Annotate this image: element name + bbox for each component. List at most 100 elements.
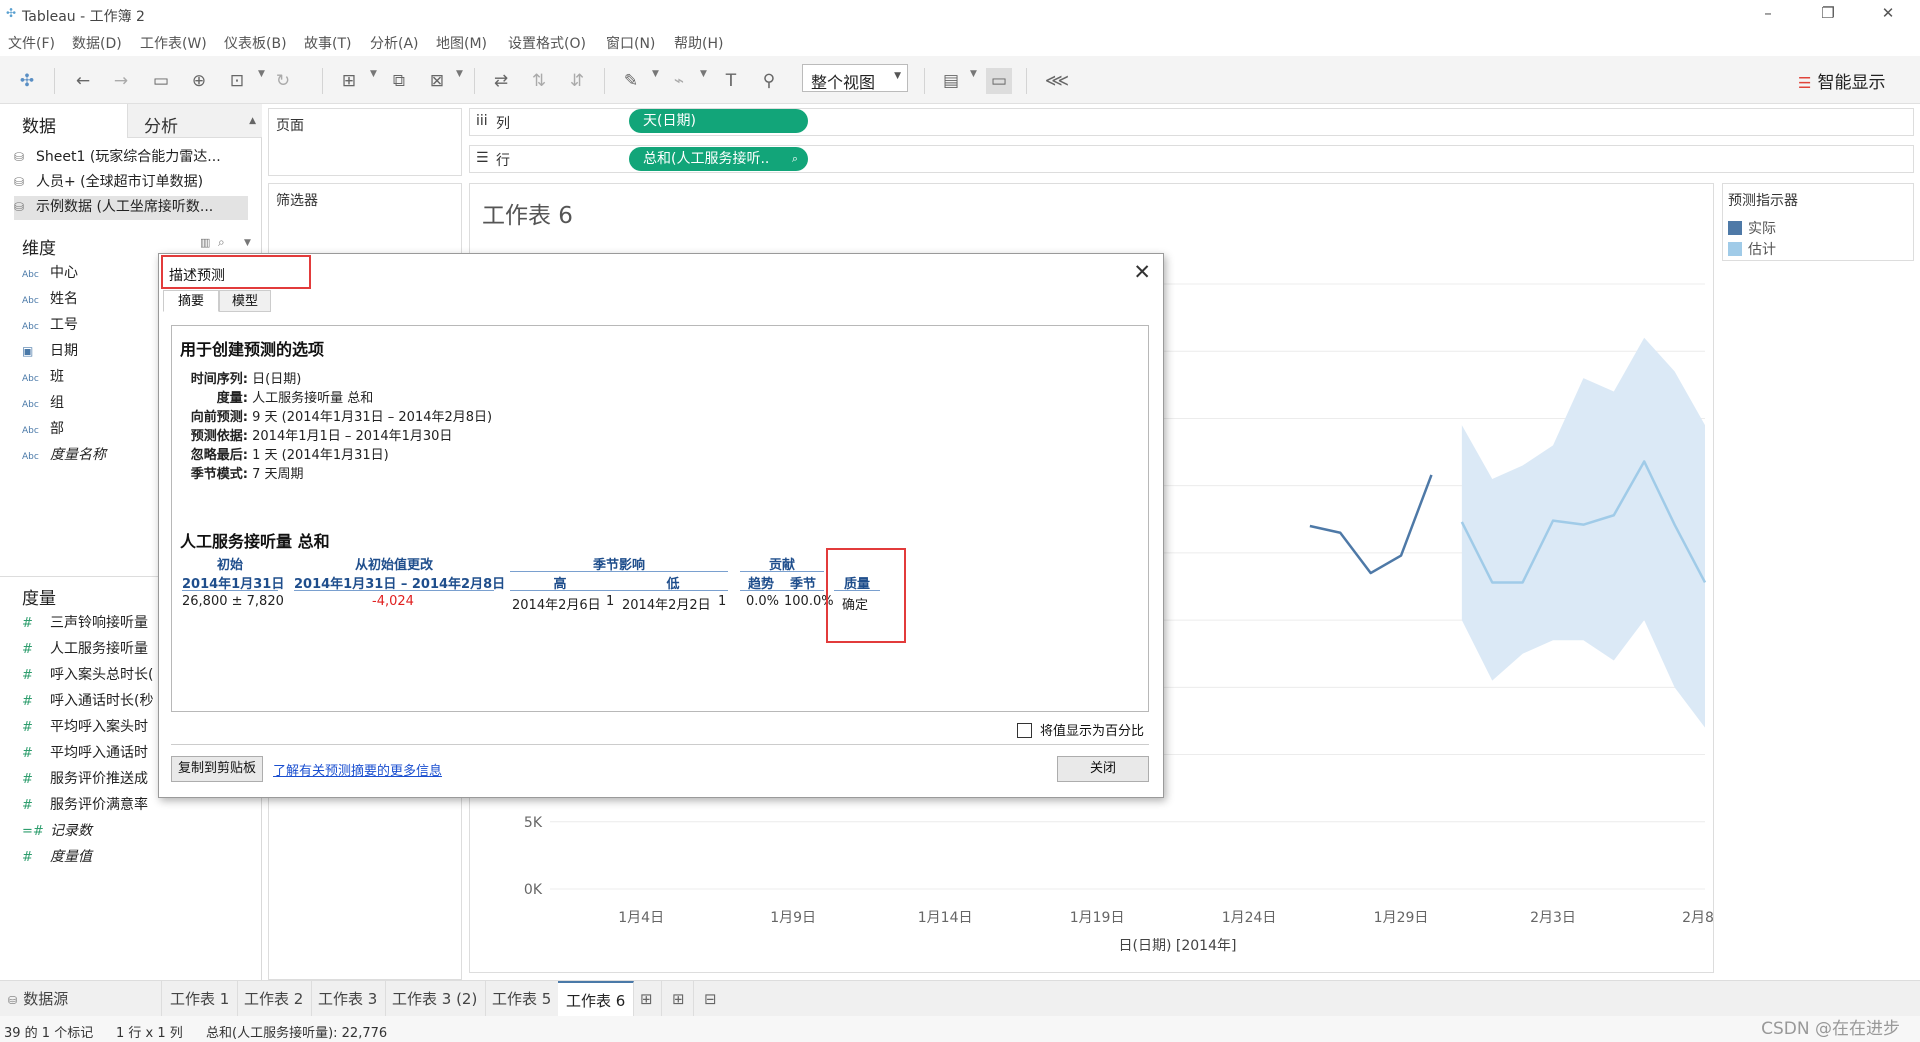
menu-dashboard[interactable]: 仪表板(B) bbox=[224, 33, 287, 53]
tab-sheet-2[interactable]: 工作表 2 bbox=[236, 981, 313, 1017]
dimension-field[interactable]: Abc 工号 bbox=[22, 314, 78, 336]
tab-summary[interactable]: 摘要 bbox=[163, 290, 219, 312]
menu-analysis[interactable]: 分析(A) bbox=[370, 33, 419, 53]
duplicate-icon[interactable]: ⧉ bbox=[386, 68, 412, 94]
measure-field[interactable]: # 三声铃响接听量 bbox=[22, 612, 148, 634]
chevron-down-icon[interactable]: ▼ bbox=[456, 69, 463, 79]
tab-sheet-3-2[interactable]: 工作表 3 (2) bbox=[384, 981, 487, 1017]
new-worksheet-icon[interactable]: ⊞ bbox=[336, 68, 362, 94]
tab-sheet-6[interactable]: 工作表 6 bbox=[558, 981, 635, 1017]
menu-format[interactable]: 设置格式(O) bbox=[508, 33, 586, 53]
toolbar-separator bbox=[604, 68, 605, 94]
measure-field[interactable]: # 呼入通话时长(秒 bbox=[22, 690, 153, 712]
group-members-icon[interactable]: ⌁ bbox=[666, 68, 692, 94]
pin-axis-icon[interactable]: ⚲ bbox=[756, 68, 782, 94]
legend-item-estimate[interactable]: 估计 bbox=[1728, 239, 1776, 259]
dimension-field[interactable]: Abc 中心 bbox=[22, 262, 78, 284]
menu-story[interactable]: 故事(T) bbox=[304, 33, 351, 53]
new-datasource-icon[interactable]: ⊕ bbox=[186, 68, 212, 94]
tab-data[interactable]: 数据 bbox=[0, 104, 128, 138]
measure-field[interactable]: # 呼入案头总时长( bbox=[22, 664, 153, 686]
close-button[interactable]: 关闭 bbox=[1057, 756, 1149, 782]
change-value: -4,024 bbox=[372, 594, 414, 609]
measure-field[interactable]: # 度量值 bbox=[22, 846, 92, 868]
chevron-down-icon[interactable]: ▼ bbox=[700, 69, 707, 79]
redo-icon[interactable]: → bbox=[108, 68, 134, 94]
new-story-icon[interactable]: ⊟ bbox=[696, 981, 725, 1017]
tab-sheet-5[interactable]: 工作表 5 bbox=[484, 981, 561, 1017]
search-icon[interactable]: ⌕ bbox=[218, 235, 225, 250]
measure-field[interactable]: # 平均呼入案头时 bbox=[22, 716, 148, 738]
minimize-button[interactable]: – bbox=[1748, 4, 1788, 24]
clear-sheet-icon[interactable]: ⊠ bbox=[424, 68, 450, 94]
show-me-label: 智能显示 bbox=[1817, 73, 1886, 93]
tab-analysis[interactable]: 分析 ▲ bbox=[128, 104, 262, 138]
percent-checkbox[interactable]: 将值显示为百分比 bbox=[1017, 720, 1144, 739]
rows-pill[interactable]: 总和(人工服务接听.. ⌕ bbox=[629, 147, 808, 171]
datasource-item[interactable]: ⛁ 人员+ (全球超市订单数据) bbox=[14, 171, 248, 195]
legend-item-actual[interactable]: 实际 bbox=[1728, 218, 1776, 238]
menu-map[interactable]: 地图(M) bbox=[436, 33, 487, 53]
measure-field[interactable]: # 服务评价推送成 bbox=[22, 768, 148, 790]
share-icon[interactable]: ⋘ bbox=[1044, 68, 1070, 94]
new-dashboard-icon[interactable]: ⊞ bbox=[664, 981, 694, 1017]
pages-shelf[interactable]: 页面 bbox=[268, 108, 462, 176]
copy-to-clipboard-button[interactable]: 复制到剪贴板 bbox=[171, 756, 263, 782]
tab-datasource[interactable]: ⛁ 数据源 bbox=[0, 981, 162, 1017]
learn-more-link[interactable]: 了解有关预测摘要的更多信息 bbox=[273, 760, 442, 779]
menu-file[interactable]: 文件(F) bbox=[8, 33, 55, 53]
chevron-down-icon[interactable]: ▼ bbox=[370, 69, 377, 79]
number-type-icon: # bbox=[22, 668, 33, 683]
forecast-legend[interactable]: 预测指示器 实际 估计 bbox=[1722, 183, 1914, 261]
x-tick-label: 1月29日 bbox=[1374, 910, 1429, 926]
measure-field[interactable]: # 平均呼入通话时 bbox=[22, 742, 148, 764]
toolbar: ✣ ← → ▭ ⊕ ⊡ ▼ ↻ ⊞ ▼ ⧉ ⊠ ▼ ⇄ ⇅ ⇵ ✎ ▼ ⌁ ▼ … bbox=[0, 56, 1920, 104]
datasource-item[interactable]: ⛁ Sheet1 (玩家综合能力雷达... bbox=[14, 146, 248, 170]
highlight-icon[interactable]: ✎ bbox=[618, 68, 644, 94]
tab-sheet-1[interactable]: 工作表 1 bbox=[162, 981, 239, 1017]
dimension-field[interactable]: Abc 组 bbox=[22, 392, 64, 414]
measure-field[interactable]: # 服务评价满意率 bbox=[22, 794, 148, 816]
sort-descending-icon[interactable]: ⇵ bbox=[564, 68, 590, 94]
low-date: 2014年2月2日 bbox=[622, 598, 711, 613]
menu-data[interactable]: 数据(D) bbox=[72, 33, 122, 53]
datasource-item-selected[interactable]: ⛁ 示例数据 (人工坐席接听数... bbox=[14, 196, 248, 220]
number-type-icon: # bbox=[22, 616, 33, 631]
undo-icon[interactable]: ← bbox=[70, 68, 96, 94]
tab-model[interactable]: 模型 bbox=[219, 290, 271, 312]
sort-ascending-icon[interactable]: ⇅ bbox=[526, 68, 552, 94]
menu-window[interactable]: 窗口(N) bbox=[606, 33, 655, 53]
show-mark-labels-icon[interactable]: T bbox=[718, 68, 744, 94]
chevron-down-icon[interactable]: ▼ bbox=[244, 238, 251, 248]
chevron-down-icon[interactable]: ▼ bbox=[652, 69, 659, 79]
refresh-icon[interactable]: ↻ bbox=[270, 68, 296, 94]
tableau-home-icon[interactable]: ✣ bbox=[14, 68, 40, 94]
restore-button[interactable]: ❐ bbox=[1808, 4, 1848, 24]
chevron-down-icon[interactable]: ▼ bbox=[970, 69, 977, 79]
fit-view-dropdown[interactable]: 整个视图 ▼ bbox=[802, 64, 908, 92]
show-me-button[interactable]: ☰ 智能显示 bbox=[1798, 68, 1885, 93]
dimension-field[interactable]: ▣ 日期 bbox=[22, 340, 78, 362]
checkbox-icon[interactable] bbox=[1017, 723, 1032, 738]
dimension-field[interactable]: Abc 度量名称 bbox=[22, 444, 106, 466]
chevron-down-icon[interactable]: ▼ bbox=[258, 69, 265, 79]
new-worksheet-icon[interactable]: ⊞ bbox=[632, 981, 662, 1017]
rows-icon: ☰ bbox=[476, 150, 489, 166]
dimension-field[interactable]: Abc 班 bbox=[22, 366, 64, 388]
presentation-mode-icon[interactable]: ▭ bbox=[986, 68, 1012, 94]
close-icon[interactable]: ✕ bbox=[1133, 260, 1151, 284]
pause-updates-icon[interactable]: ⊡ bbox=[224, 68, 250, 94]
show-cards-icon[interactable]: ▤ bbox=[938, 68, 964, 94]
save-icon[interactable]: ▭ bbox=[148, 68, 174, 94]
menu-help[interactable]: 帮助(H) bbox=[674, 33, 723, 53]
measure-field[interactable]: # 人工服务接听量 bbox=[22, 638, 148, 660]
dimension-field[interactable]: Abc 姓名 bbox=[22, 288, 78, 310]
measure-field[interactable]: =# 记录数 bbox=[22, 820, 92, 842]
view-toggle-icon[interactable]: ▥ bbox=[200, 236, 210, 249]
dimension-field[interactable]: Abc 部 bbox=[22, 418, 64, 440]
close-window-button[interactable]: ✕ bbox=[1868, 4, 1908, 24]
columns-pill[interactable]: 天(日期) bbox=[629, 109, 808, 133]
swap-rows-columns-icon[interactable]: ⇄ bbox=[488, 68, 514, 94]
menu-worksheet[interactable]: 工作表(W) bbox=[140, 33, 207, 53]
tab-sheet-3[interactable]: 工作表 3 bbox=[310, 981, 387, 1017]
